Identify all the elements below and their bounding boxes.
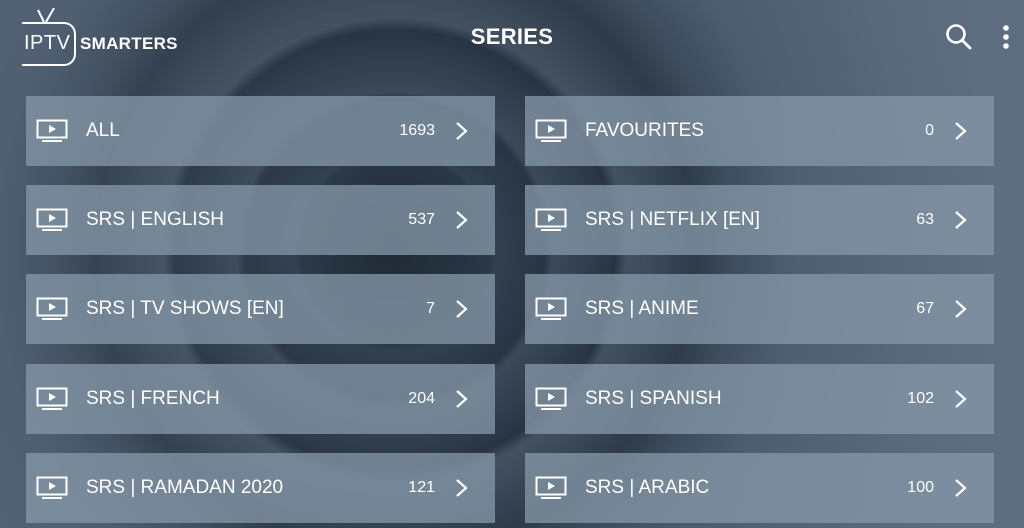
tv-icon	[36, 387, 68, 410]
chevron-right-icon	[456, 122, 468, 140]
category-label: SRS | RAMADAN 2020	[86, 477, 284, 498]
search-icon[interactable]	[944, 22, 974, 52]
tv-icon	[36, 119, 68, 142]
page-title: SERIES	[470, 24, 554, 49]
tv-icon	[535, 208, 567, 231]
search-button[interactable]	[944, 22, 974, 52]
chevron-right-icon	[955, 300, 967, 318]
more-options-button[interactable]	[994, 22, 1018, 52]
category-label: SRS | TV SHOWS [EN]	[86, 298, 284, 319]
category-tile-srs-anime[interactable]: SRS | ANIME 67	[525, 274, 994, 344]
category-label: SRS | FRENCH	[86, 388, 220, 409]
chevron-right-icon	[955, 479, 967, 497]
tv-icon	[535, 476, 567, 499]
category-label: SRS | ANIME	[585, 298, 699, 319]
category-tile-all[interactable]: ALL 1693	[26, 96, 495, 166]
category-label: SRS | NETFLIX [EN]	[585, 209, 760, 230]
category-tile-favourites[interactable]: FAVOURITES 0	[525, 96, 994, 166]
category-count: 1693	[399, 122, 435, 139]
category-label: FAVOURITES	[585, 120, 704, 141]
chevron-right-icon	[456, 300, 468, 318]
category-tile-srs-netflix-en[interactable]: SRS | NETFLIX [EN] 63	[525, 185, 994, 255]
category-count: 100	[907, 479, 934, 496]
category-tile-srs-french[interactable]: SRS | FRENCH 204	[26, 364, 495, 434]
category-label: SRS | ARABIC	[585, 477, 710, 498]
tv-icon	[535, 119, 567, 142]
category-count: 121	[408, 479, 435, 496]
chevron-right-icon	[955, 211, 967, 229]
tv-icon	[36, 297, 68, 320]
category-label: SRS | SPANISH	[585, 388, 722, 409]
chevron-right-icon	[955, 122, 967, 140]
chevron-right-icon	[955, 390, 967, 408]
tv-icon	[36, 208, 68, 231]
category-count: 63	[916, 211, 934, 228]
chevron-right-icon	[456, 390, 468, 408]
tv-icon	[36, 476, 68, 499]
chevron-right-icon	[456, 211, 468, 229]
category-label: ALL	[86, 120, 120, 141]
more-vertical-icon[interactable]	[994, 22, 1018, 52]
category-count: 537	[408, 211, 435, 228]
category-count: 0	[925, 122, 934, 139]
category-count: 7	[426, 300, 435, 317]
category-count: 102	[907, 390, 934, 407]
tv-icon	[535, 387, 567, 410]
category-count: 204	[408, 390, 435, 407]
category-tile-srs-arabic[interactable]: SRS | ARABIC 100	[525, 453, 994, 523]
category-tile-srs-tv-shows-en[interactable]: SRS | TV SHOWS [EN] 7	[26, 274, 495, 344]
category-count: 67	[916, 300, 934, 317]
category-tile-srs-ramadan-2020[interactable]: SRS | RAMADAN 2020 121	[26, 453, 495, 523]
category-tile-srs-english[interactable]: SRS | ENGLISH 537	[26, 185, 495, 255]
tv-icon	[535, 297, 567, 320]
chevron-right-icon	[456, 479, 468, 497]
category-tile-srs-spanish[interactable]: SRS | SPANISH 102	[525, 364, 994, 434]
category-label: SRS | ENGLISH	[86, 209, 224, 230]
app-header: IPTV SMARTERS SERIES	[0, 0, 1024, 80]
